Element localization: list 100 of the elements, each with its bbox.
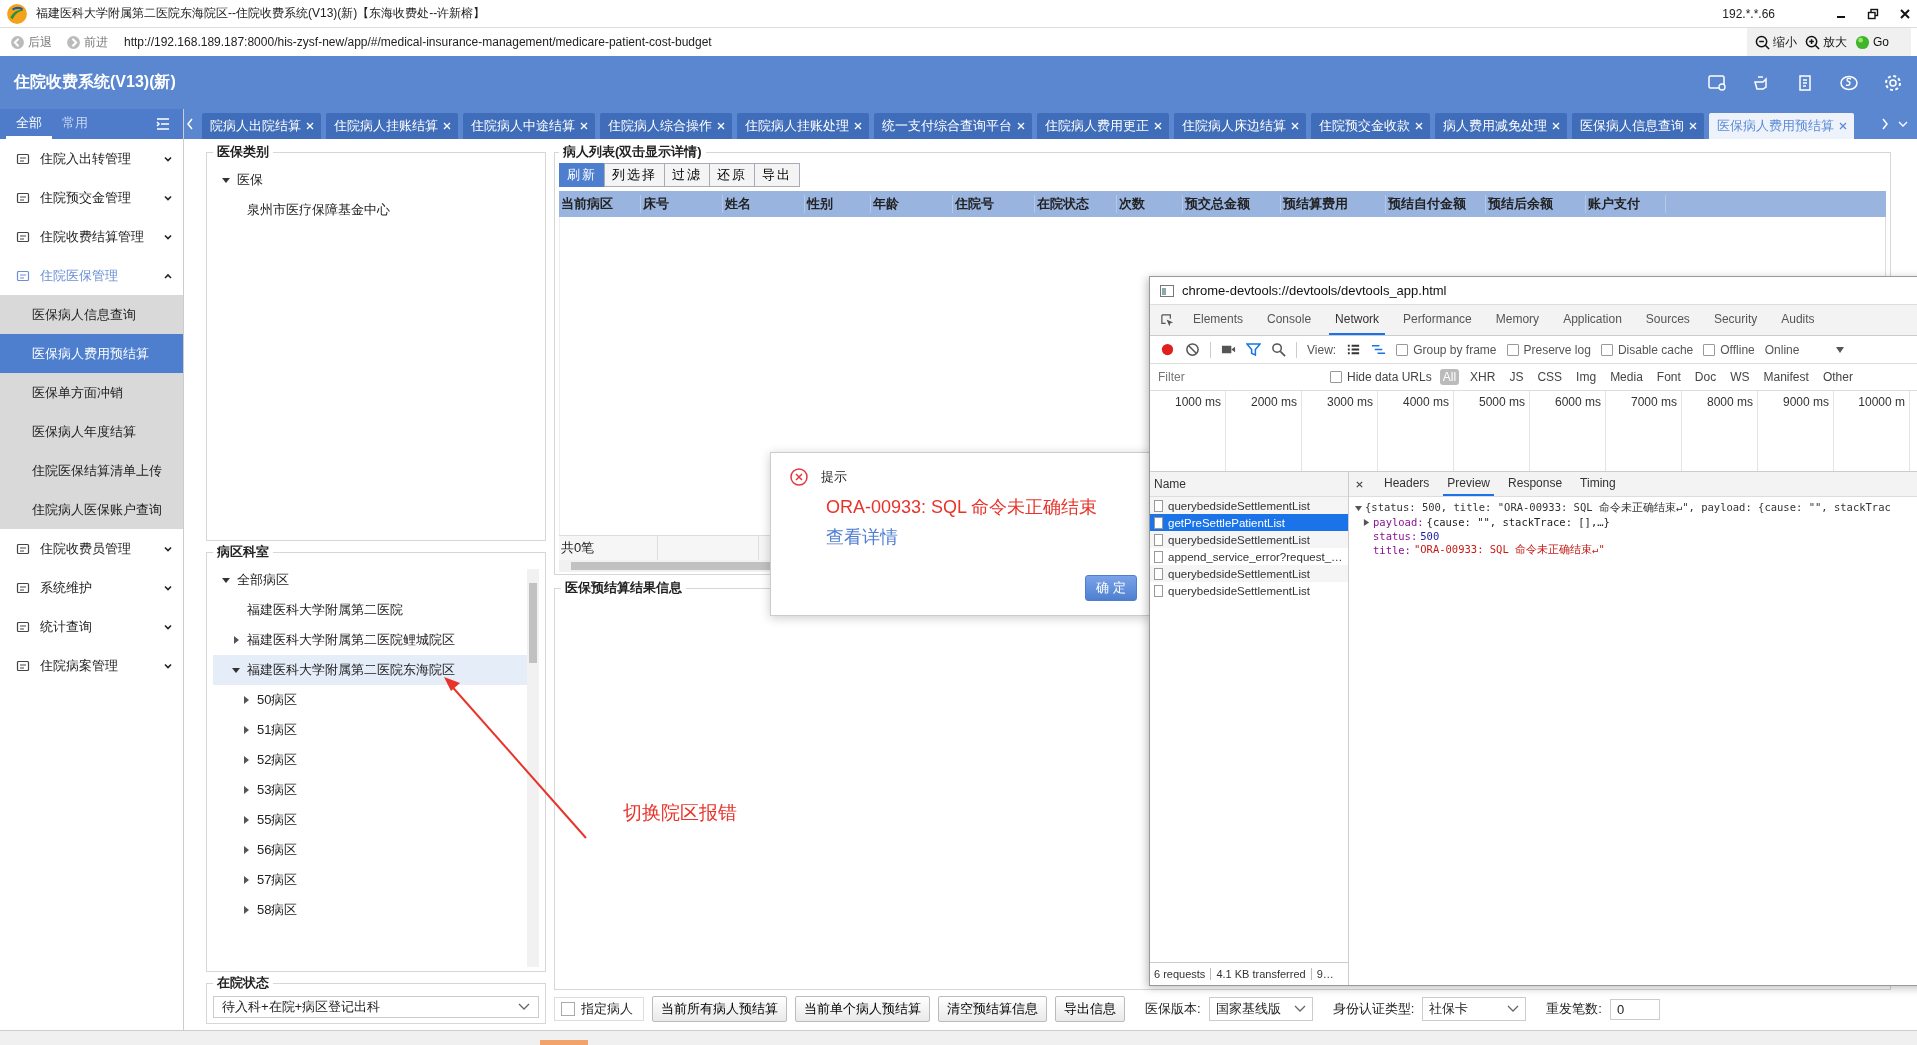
caret-down-icon[interactable] — [1835, 345, 1846, 354]
type-filter[interactable]: Other — [1819, 369, 1856, 385]
caret-down-icon[interactable] — [231, 665, 241, 675]
record-icon[interactable] — [1160, 342, 1175, 357]
caret-right-icon[interactable] — [241, 875, 251, 885]
option-checkbox[interactable]: Preserve log — [1506, 342, 1591, 357]
caret-right-icon[interactable] — [241, 755, 251, 765]
column-header[interactable]: 次数 — [1117, 195, 1183, 213]
action-button[interactable]: 导出信息 — [1055, 996, 1125, 1022]
checkbox[interactable]: 指定病人 — [554, 997, 644, 1021]
checkbox-box[interactable] — [1396, 343, 1409, 356]
detail-tab[interactable]: Preview — [1443, 472, 1495, 496]
column-header[interactable]: 预结自付金额 — [1386, 195, 1486, 213]
list-view-icon[interactable] — [1346, 342, 1362, 357]
devtools-tab[interactable]: Elements — [1187, 305, 1250, 335]
column-header[interactable]: 账户支付 — [1586, 195, 1666, 213]
column-header[interactable]: 床号 — [641, 195, 723, 213]
caret-right-icon[interactable] — [1363, 518, 1370, 526]
sidebar-subitem[interactable]: 医保病人费用预结算 — [0, 334, 183, 373]
tree-item[interactable]: 58病区 — [213, 895, 527, 925]
option-checkbox[interactable]: Hide data URLs — [1330, 370, 1432, 384]
detail-tab[interactable]: Response — [1504, 472, 1567, 496]
type-filter[interactable]: Doc — [1691, 369, 1720, 385]
tab[interactable]: 院病人出院结算 — [202, 113, 321, 139]
scrollbar[interactable] — [527, 569, 539, 967]
sidebar-subitem[interactable]: 医保病人信息查询 — [0, 295, 183, 334]
tab[interactable]: 病人费用减免处理 — [1435, 113, 1567, 139]
column-header[interactable]: 性别 — [805, 195, 871, 213]
toolbar-button[interactable]: 导出 — [754, 163, 800, 187]
sidebar-item[interactable]: 统计查询 — [0, 607, 183, 646]
select-field[interactable]: 社保卡 — [1422, 997, 1527, 1021]
tree-item[interactable]: 51病区 — [213, 715, 527, 745]
caret-right-icon[interactable] — [241, 785, 251, 795]
devtools-tab[interactable]: Application — [1557, 305, 1628, 335]
request-row[interactable]: querybedsideSettlementList — [1150, 531, 1348, 548]
request-row[interactable]: querybedsideSettlementList — [1150, 582, 1348, 599]
devtools-tab[interactable]: Security — [1707, 305, 1764, 335]
caret-right-icon[interactable] — [241, 725, 251, 735]
forward-button[interactable]: 前进 — [62, 33, 112, 51]
sidebar-item[interactable]: 住院预交金管理 — [0, 178, 183, 217]
column-header[interactable]: 预结算费用 — [1281, 195, 1386, 213]
tab[interactable]: 医保病人信息查询 — [1572, 113, 1704, 139]
column-header[interactable]: 在院状态 — [1035, 195, 1117, 213]
tab[interactable]: 住院病人床边结算 — [1174, 113, 1306, 139]
detail-tab[interactable]: Headers — [1380, 472, 1434, 496]
waterfall-icon[interactable] — [1371, 342, 1387, 357]
devtools-tab[interactable]: Sources — [1639, 305, 1696, 335]
request-row[interactable]: append_service_error?request_… — [1150, 548, 1348, 565]
tab[interactable]: 住院病人费用更正 — [1037, 113, 1169, 139]
tree-item[interactable]: 医保 — [213, 165, 539, 195]
toolbar-button[interactable]: 还原 — [709, 163, 755, 187]
sidebar-tab[interactable]: 全部 — [6, 109, 52, 139]
option-checkbox[interactable]: Offline — [1703, 342, 1755, 357]
throttle-select[interactable]: Online — [1764, 342, 1800, 357]
request-row[interactable]: querybedsideSettlementList — [1150, 497, 1348, 514]
tree-item[interactable]: 53病区 — [213, 775, 527, 805]
type-filter[interactable]: XHR — [1467, 369, 1499, 385]
caret-right-icon[interactable] — [231, 635, 241, 645]
caret-down-icon[interactable] — [221, 575, 231, 585]
toolbar-button[interactable]: 列选择 — [604, 163, 665, 187]
request-row[interactable]: querybedsideSettlementList — [1150, 565, 1348, 582]
caret-down-icon[interactable] — [221, 175, 231, 185]
sidebar-subitem[interactable]: 医保病人年度结算 — [0, 412, 183, 451]
type-filter[interactable]: Media — [1607, 369, 1646, 385]
tree-item[interactable]: 福建医科大学附属第二医院鲤城院区 — [213, 625, 527, 655]
action-button[interactable]: 当前单个病人预结算 — [795, 996, 930, 1022]
column-header[interactable]: 姓名 — [723, 195, 805, 213]
sidebar-item[interactable]: 住院收费结算管理 — [0, 217, 183, 256]
detail-tab[interactable]: Timing — [1576, 472, 1620, 496]
filter-icon[interactable] — [1246, 342, 1261, 357]
checkbox-box[interactable] — [1600, 343, 1613, 356]
tree-item[interactable]: 福建医科大学附属第二医院东海院区 — [213, 655, 527, 685]
caret-right-icon[interactable] — [241, 845, 251, 855]
sidebar-item[interactable]: 住院病案管理 — [0, 646, 183, 685]
inspect-icon[interactable] — [1160, 312, 1175, 328]
tree-item[interactable]: 57病区 — [213, 865, 527, 895]
sidebar-subitem[interactable]: 住院病人医保账户查询 — [0, 490, 183, 529]
settings-icon[interactable] — [1883, 72, 1903, 93]
details-link[interactable]: 查看详情 — [826, 525, 898, 549]
action-button[interactable]: 当前所有病人预结算 — [652, 996, 787, 1022]
scroll-right-icon[interactable] — [1879, 117, 1891, 131]
devtools-tab[interactable]: Console — [1261, 305, 1318, 335]
type-filter[interactable]: Img — [1573, 369, 1600, 385]
option-checkbox[interactable]: Group by frame — [1396, 342, 1497, 357]
go-button[interactable]: Go — [1851, 34, 1893, 50]
caret-right-icon[interactable] — [241, 905, 251, 915]
type-filter[interactable]: Manifest — [1760, 369, 1812, 385]
checkbox-box[interactable] — [1506, 343, 1519, 356]
column-header[interactable]: 预结后余额 — [1486, 195, 1586, 213]
column-header[interactable]: 当前病区 — [559, 195, 641, 213]
sidebar-item[interactable]: 住院收费员管理 — [0, 529, 183, 568]
tree-item[interactable]: 50病区 — [213, 685, 527, 715]
input-field[interactable]: 0 — [1609, 998, 1660, 1020]
checkbox-box[interactable] — [561, 1002, 575, 1016]
devtools-tab[interactable]: Performance — [1397, 305, 1478, 335]
request-row[interactable]: getPreSettlePatientList — [1150, 514, 1348, 531]
toolbar-button[interactable]: 过滤 — [664, 163, 710, 187]
tab[interactable]: 住院病人综合操作 — [600, 113, 732, 139]
caret-right-icon[interactable] — [241, 695, 251, 705]
tree-item[interactable]: 泉州市医疗保障基金中心 — [213, 195, 539, 225]
